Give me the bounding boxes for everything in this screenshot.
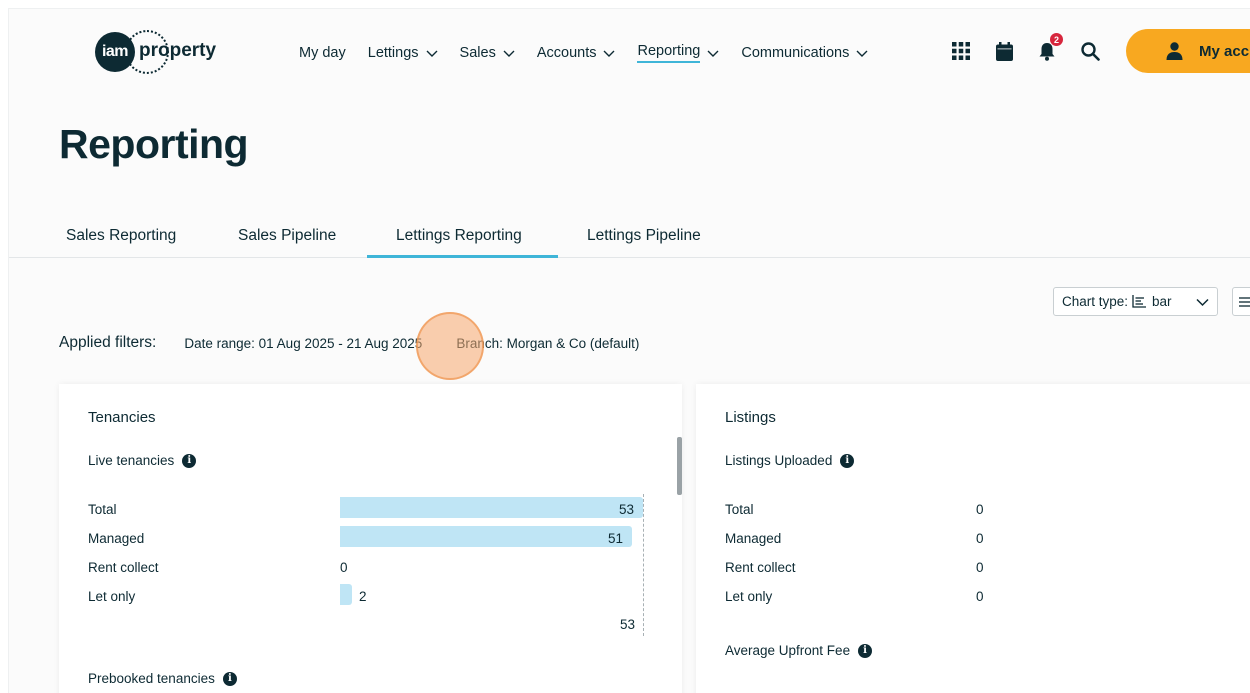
chevron-down-icon [503, 50, 515, 57]
chart-type-value: bar [1152, 294, 1172, 309]
report-tabs: Sales Reporting Sales Pipeline Lettings … [9, 221, 1250, 258]
sliders-icon [1239, 296, 1250, 307]
nav-label: Lettings [367, 45, 419, 61]
header-icons: 2 [951, 33, 1123, 61]
live-tenancies-title: Live tenancies [88, 453, 175, 468]
logo[interactable]: iam property [95, 30, 225, 74]
filter-settings-button[interactable] [1232, 287, 1250, 316]
tenancy-bar-value: 2 [359, 589, 367, 604]
chevron-down-icon [1196, 298, 1209, 307]
logo-mark: iam [95, 32, 135, 72]
prebooked-tenancies-heading: Prebooked tenancies i [88, 671, 237, 686]
nav-communications[interactable]: Communications [741, 42, 868, 64]
listings-row-value: 0 [976, 531, 984, 546]
tenancies-scrollbar[interactable] [677, 437, 682, 495]
listings-row-label: Rent collect [725, 560, 796, 575]
listings-row-value: 0 [976, 502, 984, 517]
tenancy-row-label: Managed [88, 531, 145, 546]
tenancies-card: Tenancies Live tenancies i Total 53 Manage… [59, 384, 682, 693]
average-upfront-fee-heading: Average Upfront Fee i [725, 643, 873, 658]
listings-card-title: Listings [725, 409, 776, 426]
nav-label: Accounts [536, 45, 597, 61]
nav-label: Communications [741, 45, 850, 61]
listings-row-label: Managed [725, 531, 782, 546]
chart-type-select[interactable]: Chart type: bar [1053, 287, 1218, 316]
tenancies-card-title: Tenancies [88, 409, 156, 426]
info-icon[interactable]: i [222, 671, 237, 686]
tenancy-bar-value: 0 [340, 560, 348, 575]
chart-axis-line [643, 494, 644, 636]
nav-lettings[interactable]: Lettings [368, 42, 438, 64]
grid-icon[interactable] [951, 41, 971, 61]
nav-accounts[interactable]: Accounts [537, 42, 616, 64]
tenancy-row-label: Rent collect [88, 560, 159, 575]
listings-uploaded-title: Listings Uploaded [725, 453, 833, 468]
listings-row-label: Total [725, 502, 754, 517]
user-icon [1166, 42, 1183, 60]
app-frame: iam property My day Lettings Sales Accou… [8, 8, 1250, 693]
average-upfront-fee-title: Average Upfront Fee [725, 643, 851, 658]
nav-label: Reporting [637, 43, 701, 63]
search-icon[interactable] [1080, 41, 1100, 61]
info-icon[interactable]: i [182, 453, 197, 468]
nav-label: My day [299, 45, 346, 61]
filter-date-range[interactable]: Date range: 01 Aug 2025 - 21 Aug 2025 [184, 336, 422, 351]
info-icon[interactable]: i [840, 453, 855, 468]
my-account-label: My acc [1199, 42, 1250, 60]
click-indicator [416, 312, 484, 380]
live-tenancies-heading: Live tenancies i [88, 453, 197, 468]
chevron-down-icon [707, 50, 719, 57]
bar-chart-icon [1132, 295, 1147, 308]
tenancy-bar-value: 51 [608, 531, 624, 546]
tab-lettings-reporting[interactable]: Lettings Reporting [367, 227, 558, 258]
listings-uploaded-heading: Listings Uploaded i [725, 453, 855, 468]
nav-sales[interactable]: Sales [460, 42, 515, 64]
nav-my-day[interactable]: My day [299, 42, 346, 64]
chart-type-label: Chart type: [1062, 294, 1129, 309]
tab-sales-reporting[interactable]: Sales Reporting [66, 227, 176, 258]
calendar-icon[interactable] [994, 41, 1014, 61]
tenancy-row-label: Total [88, 502, 117, 517]
listings-row-value: 0 [976, 589, 984, 604]
chevron-down-icon [603, 50, 615, 57]
info-icon[interactable]: i [858, 643, 873, 658]
main-nav: My day Lettings Sales Accounts Reporting… [299, 42, 890, 64]
applied-filters-label: Applied filters: [59, 334, 157, 351]
chevron-down-icon [426, 50, 438, 57]
listings-card: Listings Listings Uploaded i Total 0 Man… [696, 384, 1250, 693]
axis-max-label: 53 [620, 617, 636, 632]
listings-row-value: 0 [976, 560, 984, 575]
tenancy-row-label: Let only [88, 589, 136, 604]
prebooked-tenancies-title: Prebooked tenancies [88, 671, 215, 686]
nav-label: Sales [459, 45, 496, 61]
applied-filters: Applied filters: Date range: 01 Aug 2025… [59, 334, 673, 352]
bell-icon[interactable]: 2 [1037, 33, 1063, 61]
logo-word: property [139, 40, 217, 61]
tenancy-bar[interactable] [340, 584, 352, 605]
chevron-down-icon [856, 50, 868, 57]
tenancy-bar-value: 53 [619, 502, 635, 517]
tab-lettings-pipeline[interactable]: Lettings Pipeline [587, 227, 701, 258]
tab-sales-pipeline[interactable]: Sales Pipeline [238, 227, 336, 258]
page-title: Reporting [59, 121, 249, 167]
tenancy-bar[interactable] [340, 526, 632, 547]
tenancy-bar[interactable] [340, 497, 643, 518]
nav-reporting[interactable]: Reporting [637, 42, 719, 64]
my-account-button[interactable]: My acc [1126, 29, 1250, 73]
listings-row-label: Let only [725, 589, 773, 604]
notification-count-badge: 2 [1050, 33, 1063, 46]
